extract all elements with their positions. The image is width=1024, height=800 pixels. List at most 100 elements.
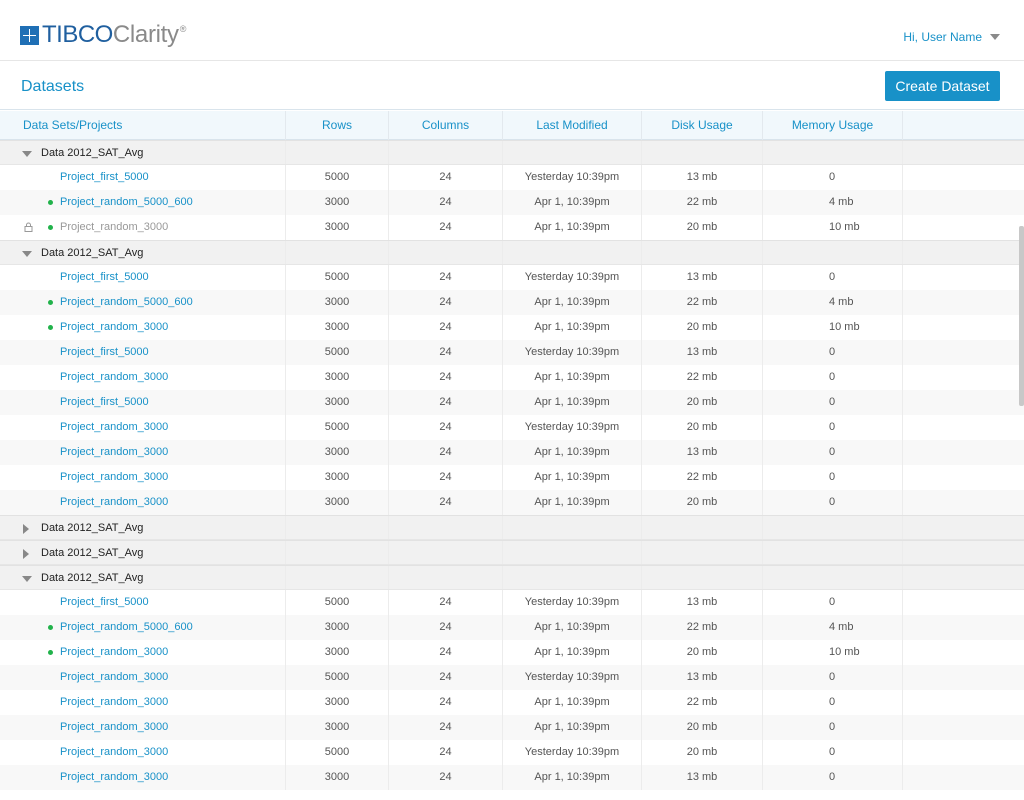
- project-row[interactable]: Project_random_3000 3000 24 Apr 1, 10:39pm 2…: [0, 690, 1024, 715]
- project-row[interactable]: Project_random_3000 3000 24 Apr 1, 10:39pm 2…: [0, 465, 1024, 490]
- cell-last-modified: Apr 1, 10:39pm: [503, 215, 642, 240]
- column-header-memory-usage[interactable]: Memory Usage: [763, 111, 903, 140]
- dataset-group-row[interactable]: Data 2012_SAT_Avg: [0, 540, 1024, 565]
- cell-rows: 3000: [286, 465, 389, 490]
- cell-last-modified: Yesterday 10:39pm: [503, 590, 642, 615]
- vertical-scrollbar[interactable]: [1019, 226, 1024, 406]
- tibco-clarity-logo[interactable]: TIBCO Clarity ®: [20, 22, 186, 48]
- project-row[interactable]: Project_random_5000_600 3000 24 Apr 1, 10:3…: [0, 615, 1024, 640]
- cell-disk-usage: 13 mb: [642, 265, 763, 290]
- cell-disk-usage: 13 mb: [642, 165, 763, 190]
- cell-rows: 3000: [286, 690, 389, 715]
- cell-last-modified: Apr 1, 10:39pm: [503, 315, 642, 340]
- project-row[interactable]: Project_first_5000 3000 24 Apr 1, 10:39pm 20…: [0, 390, 1024, 415]
- empty-cell: [503, 516, 642, 539]
- cell-memory-usage: 0: [763, 590, 903, 615]
- cell-columns: 24: [389, 415, 503, 440]
- cell-disk-usage: 22 mb: [642, 365, 763, 390]
- create-dataset-button[interactable]: Create Dataset: [885, 71, 1000, 101]
- project-name-link[interactable]: Project_random_5000_600: [0, 290, 286, 315]
- project-row[interactable]: Project_random_3000 5000 24 Yesterday 10:39…: [0, 415, 1024, 440]
- cell-columns: 24: [389, 440, 503, 465]
- dataset-group-row[interactable]: Data 2012_SAT_Avg: [0, 565, 1024, 590]
- column-header-disk-usage[interactable]: Disk Usage: [642, 111, 763, 140]
- project-row[interactable]: Project_first_5000 5000 24 Yesterday 10:39p…: [0, 165, 1024, 190]
- empty-cell: [763, 241, 903, 264]
- project-name-link[interactable]: Project_random_3000: [0, 365, 286, 390]
- empty-cell: [286, 141, 389, 164]
- cell-rows: 3000: [286, 615, 389, 640]
- cell-disk-usage: 20 mb: [642, 315, 763, 340]
- chevron-down-icon[interactable]: [990, 34, 1000, 40]
- project-name-link[interactable]: Project_first_5000: [0, 390, 286, 415]
- project-name-link[interactable]: Project_first_5000: [0, 165, 286, 190]
- project-row[interactable]: Project_random_3000 3000 24 Apr 1, 10:39pm 2…: [0, 215, 1024, 240]
- cell-disk-usage: 20 mb: [642, 215, 763, 240]
- project-row[interactable]: Project_random_5000_600 3000 24 Apr 1, 10:3…: [0, 290, 1024, 315]
- project-name-link[interactable]: Project_random_5000_600: [0, 615, 286, 640]
- project-name-link[interactable]: Project_random_3000: [0, 690, 286, 715]
- cell-memory-usage: 0: [763, 415, 903, 440]
- cell-columns: 24: [389, 315, 503, 340]
- column-header-columns[interactable]: Columns: [389, 111, 503, 140]
- project-row[interactable]: Project_random_3000 3000 24 Apr 1, 10:39pm 1…: [0, 765, 1024, 790]
- user-greeting[interactable]: Hi, User Name: [903, 30, 982, 44]
- project-name-link[interactable]: Project_random_3000: [0, 415, 286, 440]
- cell-memory-usage: 0: [763, 265, 903, 290]
- cell-memory-usage: 4 mb: [763, 190, 903, 215]
- cell-memory-usage: 0: [763, 715, 903, 740]
- project-row[interactable]: Project_random_3000 5000 24 Yesterday 10:39…: [0, 665, 1024, 690]
- project-row[interactable]: Project_first_5000 5000 24 Yesterday 10:39p…: [0, 590, 1024, 615]
- project-name-link[interactable]: Project_first_5000: [0, 590, 286, 615]
- column-header-last-modified[interactable]: Last Modified: [503, 111, 642, 140]
- cell-disk-usage: 22 mb: [642, 615, 763, 640]
- project-name-link[interactable]: Project_random_3000: [0, 315, 286, 340]
- dataset-name[interactable]: Data 2012_SAT_Avg: [0, 141, 286, 164]
- project-name-link[interactable]: Project_random_5000_600: [0, 190, 286, 215]
- project-row[interactable]: Project_random_3000 3000 24 Apr 1, 10:39pm 2…: [0, 315, 1024, 340]
- logo-registered-mark: ®: [179, 24, 187, 34]
- project-name-link[interactable]: Project_random_3000: [0, 665, 286, 690]
- cell-last-modified: Apr 1, 10:39pm: [503, 290, 642, 315]
- cell-disk-usage: 13 mb: [642, 765, 763, 790]
- project-name-link[interactable]: Project_first_5000: [0, 265, 286, 290]
- project-name-link[interactable]: Project_random_3000: [0, 440, 286, 465]
- project-name-link[interactable]: Project_random_3000: [0, 740, 286, 765]
- page-title: Datasets: [21, 78, 85, 95]
- dataset-name[interactable]: Data 2012_SAT_Avg: [0, 241, 286, 264]
- project-row[interactable]: Project_random_3000 5000 24 Yesterday 10:39…: [0, 740, 1024, 765]
- project-name-link[interactable]: Project_random_3000: [0, 465, 286, 490]
- page-title-bar: Datasets: [0, 61, 1024, 110]
- dataset-name[interactable]: Data 2012_SAT_Avg: [0, 566, 286, 589]
- project-name-link[interactable]: Project_random_3000: [0, 215, 286, 240]
- project-row[interactable]: Project_random_3000 3000 24 Apr 1, 10:39pm 1…: [0, 440, 1024, 465]
- project-name-link[interactable]: Project_first_5000: [0, 340, 286, 365]
- dataset-name[interactable]: Data 2012_SAT_Avg: [0, 541, 286, 564]
- dataset-group-row[interactable]: Data 2012_SAT_Avg: [0, 240, 1024, 265]
- cell-last-modified: Apr 1, 10:39pm: [503, 440, 642, 465]
- project-row[interactable]: Project_random_5000_600 3000 24 Apr 1, 10:3…: [0, 190, 1024, 215]
- empty-cell: [763, 541, 903, 564]
- dataset-group-row[interactable]: Data 2012_SAT_Avg: [0, 140, 1024, 165]
- project-row[interactable]: Project_random_3000 3000 24 Apr 1, 10:39pm 2…: [0, 490, 1024, 515]
- cell-columns: 24: [389, 165, 503, 190]
- empty-cell: [389, 566, 503, 589]
- cell-memory-usage: 0: [763, 340, 903, 365]
- project-row[interactable]: Project_first_5000 5000 24 Yesterday 10:39p…: [0, 265, 1024, 290]
- cell-memory-usage: 10 mb: [763, 315, 903, 340]
- project-row[interactable]: Project_random_3000 3000 24 Apr 1, 10:39pm 2…: [0, 640, 1024, 665]
- user-menu[interactable]: Hi, User Name: [903, 30, 1000, 44]
- project-row[interactable]: Project_random_3000 3000 24 Apr 1, 10:39pm 2…: [0, 365, 1024, 390]
- column-header-datasets[interactable]: Data Sets/Projects: [0, 111, 286, 140]
- cell-rows: 3000: [286, 765, 389, 790]
- project-row[interactable]: Project_first_5000 5000 24 Yesterday 10:39p…: [0, 340, 1024, 365]
- project-name-link[interactable]: Project_random_3000: [0, 765, 286, 790]
- project-name-link[interactable]: Project_random_3000: [0, 715, 286, 740]
- project-row[interactable]: Project_random_3000 3000 24 Apr 1, 10:39pm 2…: [0, 715, 1024, 740]
- dataset-group-row[interactable]: Data 2012_SAT_Avg: [0, 515, 1024, 540]
- column-header-rows[interactable]: Rows: [286, 111, 389, 140]
- cell-disk-usage: 22 mb: [642, 465, 763, 490]
- project-name-link[interactable]: Project_random_3000: [0, 490, 286, 515]
- project-name-link[interactable]: Project_random_3000: [0, 640, 286, 665]
- dataset-name[interactable]: Data 2012_SAT_Avg: [0, 516, 286, 539]
